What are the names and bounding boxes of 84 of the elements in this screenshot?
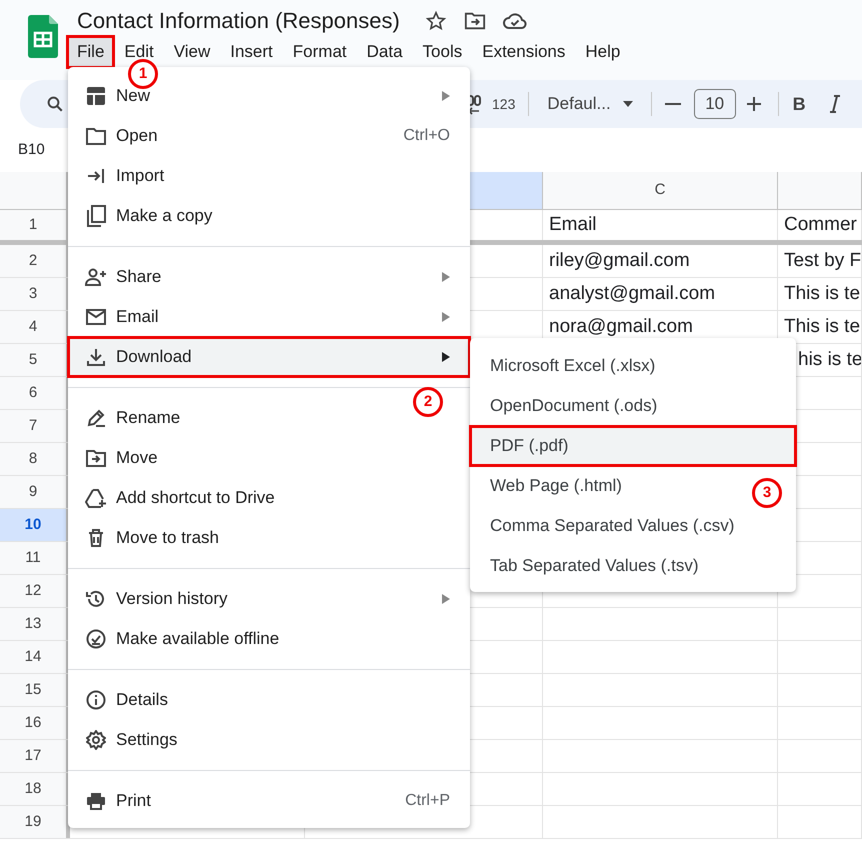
decimal-decrease-icon[interactable] [467, 92, 481, 116]
name-box[interactable]: B10 [18, 138, 45, 162]
pencil-icon [85, 408, 107, 428]
bold-button[interactable]: B [792, 90, 806, 118]
cell-text: riley@gmail.com [549, 248, 690, 273]
row-header[interactable]: 18 [0, 773, 70, 805]
font-size-field[interactable]: 10 [694, 89, 736, 119]
drive-shortcut-icon [85, 488, 107, 508]
row-header[interactable]: 2 [0, 245, 70, 277]
row-header[interactable]: 12 [0, 575, 70, 607]
settings-icon [85, 730, 107, 750]
menu-item[interactable]: PDF (.pdf) [470, 426, 796, 466]
spreadsheet-icon [85, 86, 107, 106]
add-person-icon [85, 268, 107, 286]
import-icon [85, 167, 107, 185]
envelope-icon [85, 309, 107, 325]
menu-item[interactable]: Version history [68, 579, 470, 619]
menu-item[interactable]: Open Ctrl+O [68, 116, 470, 156]
menu-item[interactable]: Move [68, 438, 470, 478]
row-header[interactable]: 4 [0, 311, 70, 343]
row-header[interactable]: 8 [0, 443, 70, 475]
folder-icon [85, 127, 107, 145]
menu-item[interactable]: Tab Separated Values (.tsv) [470, 546, 796, 586]
row-header[interactable]: 6 [0, 377, 70, 409]
menu-item[interactable]: Comma Separated Values (.csv) [470, 506, 796, 546]
row-header[interactable]: 13 [0, 608, 70, 640]
menu-item[interactable]: Move to trash [68, 518, 470, 558]
menu-item[interactable]: Share [68, 257, 470, 297]
menu-item[interactable]: Format [282, 36, 357, 68]
cloud-check-icon[interactable] [502, 12, 527, 30]
increase-font-size-icon[interactable] [746, 96, 762, 112]
cell-text: This is te [784, 282, 860, 306]
star-icon[interactable] [424, 10, 447, 32]
cell-text: Email [549, 212, 597, 237]
menu-item[interactable]: File [67, 36, 114, 68]
menu-item[interactable]: OpenDocument (.ods) [470, 386, 796, 426]
download-icon [85, 348, 107, 366]
cell-text: This is te [784, 314, 860, 339]
menu-item[interactable]: Import [68, 156, 470, 196]
menu-item[interactable]: Download [68, 337, 470, 377]
row-header[interactable]: 11 [0, 542, 70, 574]
menu-item[interactable]: Microsoft Excel (.xlsx) [470, 346, 796, 386]
cell-text: nora@gmail.com [549, 314, 693, 339]
menu-item[interactable]: Data [356, 36, 413, 68]
copy-icon [85, 205, 107, 227]
document-title[interactable]: Contact Information (Responses) [77, 8, 400, 34]
row-header[interactable]: 7 [0, 410, 70, 442]
history-icon [85, 589, 107, 609]
row-header[interactable]: 1 [0, 210, 70, 240]
menu-item[interactable]: View [164, 36, 220, 68]
row-header[interactable]: 5 [0, 344, 70, 376]
caret-icon [622, 101, 633, 107]
cell-text: Test by F [784, 248, 861, 273]
row-header[interactable]: 17 [0, 740, 70, 772]
menu-item[interactable]: Help [575, 36, 630, 68]
menu-item[interactable]: Details [68, 680, 470, 720]
menu-item[interactable]: Make available offline [68, 619, 470, 659]
folder-arrow-icon [85, 449, 107, 467]
font-dropdown[interactable]: Defaul... [539, 87, 641, 121]
row-header[interactable]: 10 [0, 509, 70, 541]
row-header[interactable]: 9 [0, 476, 70, 508]
offline-check-icon [85, 629, 107, 649]
row-header[interactable]: 15 [0, 674, 70, 706]
row-header[interactable]: 16 [0, 707, 70, 739]
cell-text: Commer [784, 212, 857, 237]
menu-item[interactable]: Email [68, 297, 470, 337]
printer-icon [85, 792, 107, 810]
menu-item[interactable]: Make a copy [68, 196, 470, 236]
folder-icon[interactable] [464, 11, 486, 31]
menu-item[interactable]: Settings [68, 720, 470, 760]
cell-text: analyst@gmail.com [549, 282, 716, 306]
row-header[interactable]: 14 [0, 641, 70, 673]
search-icon[interactable] [46, 95, 64, 113]
menu-item[interactable]: Extensions [472, 36, 576, 68]
row-header[interactable]: 3 [0, 278, 70, 310]
number-format-button[interactable]: 123 [492, 94, 516, 114]
menu-item[interactable]: Print Ctrl+P [68, 781, 470, 821]
italic-icon[interactable] [830, 95, 840, 113]
info-icon [85, 690, 107, 710]
sheets-logo-icon[interactable] [28, 15, 58, 58]
row-header[interactable]: 19 [0, 806, 70, 838]
menu-item[interactable]: Add shortcut to Drive [68, 478, 470, 518]
menu-item[interactable]: Tools [412, 36, 472, 68]
menu-item[interactable]: Insert [220, 36, 283, 68]
